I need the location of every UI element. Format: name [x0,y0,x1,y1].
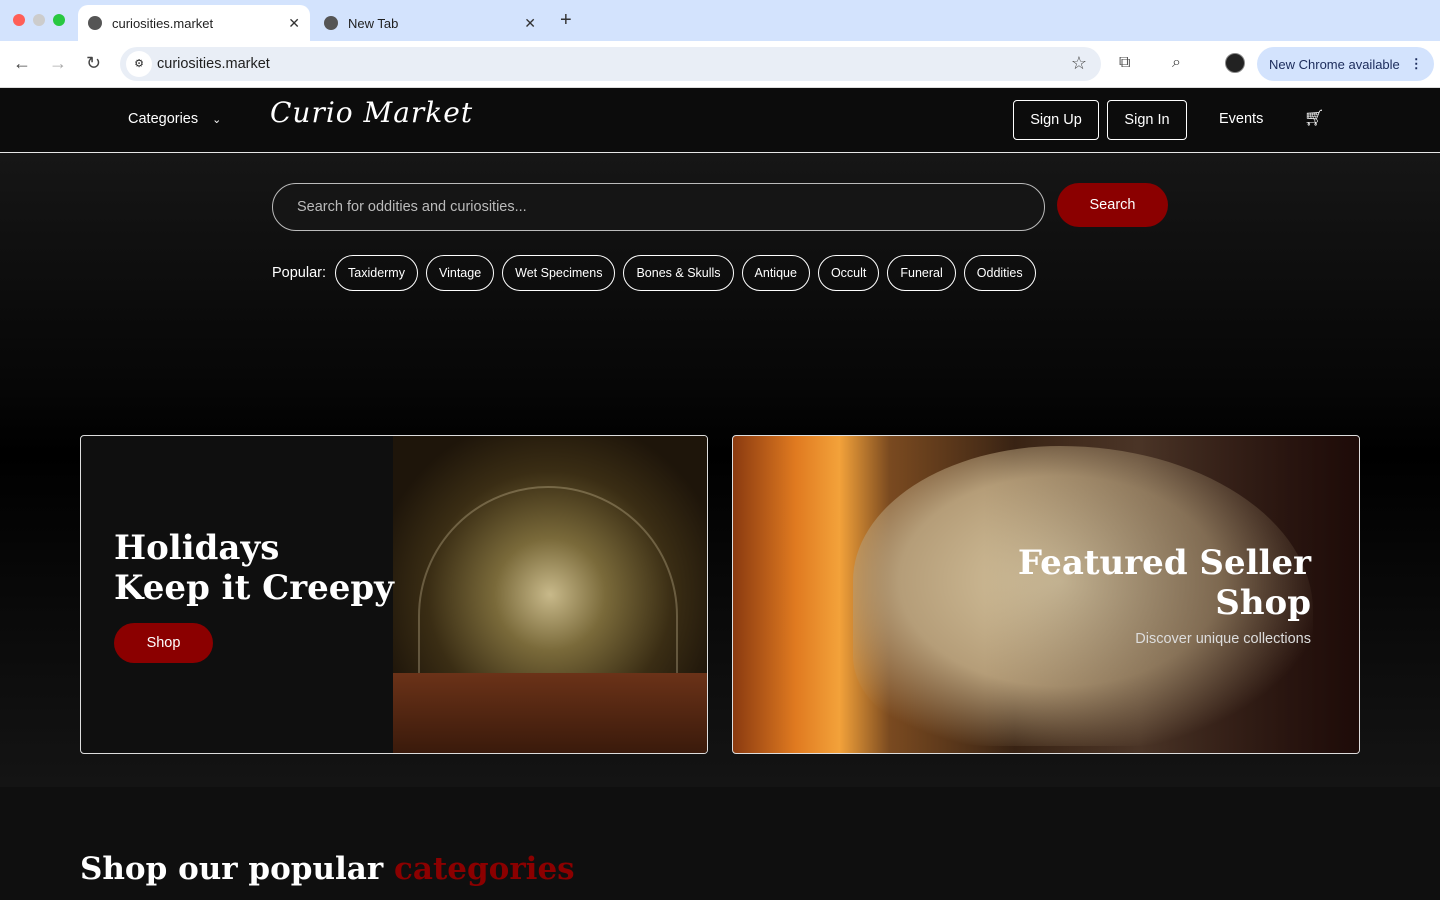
more-menu-icon[interactable]: ⋮ [1410,56,1423,72]
profile-avatar[interactable] [1225,53,1245,73]
popular-categories-section: Shop our popular categories [0,787,1440,900]
chrome-icon [324,16,338,30]
close-tab-icon[interactable]: ✕ [524,15,536,32]
skull-dome-image [393,436,707,753]
browser-toolbar: ← → ↻ ⚙ curiosities.market ☆ ⧉ ⌕ New Chr… [0,41,1440,88]
reload-icon[interactable]: ↻ [86,53,101,74]
search-button[interactable]: Search [1057,183,1168,227]
minimize-window-button[interactable] [33,14,45,26]
extensions-icon[interactable]: ⧉ [1119,54,1130,72]
events-link[interactable]: Events [1219,111,1263,127]
site-settings-icon[interactable]: ⚙ [126,51,152,77]
search-input[interactable]: Search for oddities and curiosities... [272,183,1045,231]
hero-section: Search for oddities and curiosities... S… [0,153,1440,787]
categories-dropdown[interactable]: Categories ⌄ [128,111,221,127]
tag-chip[interactable]: Oddities [963,255,1036,291]
promo-subtitle: Discover unique collections [1135,631,1311,647]
site-header: Categories ⌄ Curio Market Sign Up Sign I… [0,88,1440,153]
close-window-button[interactable] [13,14,25,26]
tag-chip[interactable]: Occult [817,255,880,291]
browser-tab-bar: curiosities.market ✕ New Tab ✕ + [0,0,1440,41]
update-chrome-button[interactable]: New Chrome available ⋮ [1257,47,1434,81]
tab-new-tab[interactable]: New Tab ✕ [312,5,548,41]
close-tab-icon[interactable]: ✕ [288,15,300,32]
globe-icon [88,16,102,30]
sign-up-button[interactable]: Sign Up [1013,100,1099,140]
promo-title: Featured Seller Shop [1017,543,1311,623]
tag-chip[interactable]: Antique [741,255,810,291]
chevron-down-icon: ⌄ [212,114,222,126]
site-logo[interactable]: Curio Market [270,96,473,129]
tag-chip[interactable]: Wet Specimens [502,255,616,291]
back-icon[interactable]: ← [13,53,31,74]
popular-tags: Popular: Taxidermy Vintage Wet Specimens… [272,255,1036,291]
tab-search-icon[interactable]: ⌕ [1172,54,1181,72]
cart-icon[interactable]: 🛒︎ [1304,108,1324,128]
address-bar[interactable]: ⚙ curiosities.market ☆ [120,47,1101,81]
tab-curiosities[interactable]: curiosities.market ✕ [78,5,310,41]
promo-title: Holidays Keep it Creepy [114,528,394,608]
new-tab-button[interactable]: + [560,9,572,32]
featured-seller-card[interactable]: Featured Seller Shop Discover unique coll… [732,435,1360,754]
tag-chip[interactable]: Funeral [887,255,956,291]
maximize-window-button[interactable] [53,14,65,26]
bookmark-star-icon[interactable]: ☆ [1071,53,1087,74]
tag-chip[interactable]: Bones & Skulls [623,255,734,291]
section-title: Shop our popular categories [80,851,575,887]
forward-icon[interactable]: → [49,53,67,74]
tag-chip[interactable]: Vintage [425,255,495,291]
shop-button[interactable]: Shop [114,623,213,663]
holidays-promo-card[interactable]: Holidays Keep it Creepy Shop [80,435,708,754]
sign-in-button[interactable]: Sign In [1107,100,1187,140]
tag-chip[interactable]: Taxidermy [335,255,418,291]
